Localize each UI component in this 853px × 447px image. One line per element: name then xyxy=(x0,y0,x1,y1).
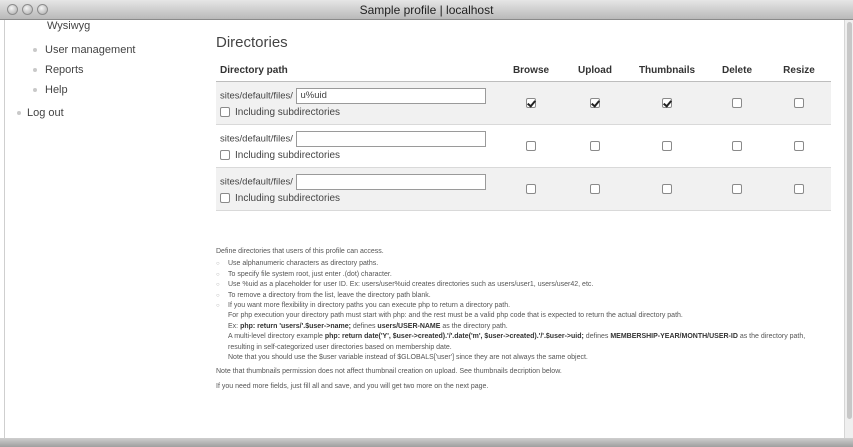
column-header-upload: Upload xyxy=(563,59,627,82)
page-content: Wysiwyg User management Reports Help Log… xyxy=(4,20,845,438)
include-subdirectories-checkbox[interactable] xyxy=(220,150,230,161)
scrollbar-thumb[interactable] xyxy=(847,22,852,420)
delete-checkbox[interactable] xyxy=(732,140,742,151)
thumbnails-checkbox[interactable] xyxy=(662,183,672,194)
path-prefix: sites/default/files/ xyxy=(220,90,293,102)
directory-path-cell: sites/default/files/ Including subdirect… xyxy=(216,124,499,168)
bullet-icon xyxy=(33,68,37,73)
column-header-resize: Resize xyxy=(767,59,831,82)
sidebar-item-wysiwyg[interactable]: Wysiwyg xyxy=(47,20,90,32)
include-subdirectories-checkbox[interactable] xyxy=(220,107,230,118)
help-example: Ex: php: return 'users/'.$user->name; de… xyxy=(228,322,831,332)
directory-path-input[interactable]: u%uid xyxy=(295,88,486,104)
help-example: Note that you should use the $user varia… xyxy=(228,354,588,362)
help-item-text: If you want more flexibility in director… xyxy=(228,302,511,310)
delete-checkbox[interactable] xyxy=(732,183,742,194)
help-list: Use alphanumeric characters as directory… xyxy=(216,259,831,363)
thumbnails-checkbox[interactable] xyxy=(662,140,672,151)
help-item: To specify file system root, just enter … xyxy=(216,270,831,281)
bullet-icon xyxy=(17,111,21,116)
directory-path-input[interactable] xyxy=(295,131,486,147)
browse-checkbox[interactable] xyxy=(526,183,536,194)
directory-path-cell: sites/default/files/ Including subdirect… xyxy=(216,167,499,211)
include-subdirectories-label: Including subdirectories xyxy=(235,150,341,161)
directory-path-input[interactable] xyxy=(295,174,486,190)
table-row: sites/default/files/ Including subdirect… xyxy=(216,124,831,168)
sidebar-item-label: Wysiwyg xyxy=(47,20,91,32)
help-item: To remove a directory from the list, lea… xyxy=(216,291,831,302)
sidebar-item-label: Reports xyxy=(45,64,84,76)
example-path: MEMBERSHIP-YEAR/MONTH/USER-ID xyxy=(610,333,738,341)
help-example: A multi-level directory example php: ret… xyxy=(228,332,831,353)
resize-checkbox[interactable] xyxy=(794,183,804,194)
window-bottom-bar xyxy=(0,438,853,447)
include-subdirectories-checkbox[interactable] xyxy=(220,193,230,204)
directories-table: Directory path Browse Upload Thumbnails … xyxy=(216,59,831,211)
more-fields-note: If you need more fields, just fill all a… xyxy=(216,382,489,390)
sidebar-item-user-management[interactable]: User management xyxy=(33,44,136,56)
bullet-icon xyxy=(33,48,37,53)
sidebar-item-label: Help xyxy=(45,84,68,96)
upload-checkbox[interactable] xyxy=(590,140,600,151)
example-path: users/USER-NAME xyxy=(377,322,441,330)
path-prefix: sites/default/files/ xyxy=(220,133,293,145)
example-text: defines xyxy=(350,322,378,330)
column-header-directory-path: Directory path xyxy=(216,59,499,82)
thumbnails-checkbox[interactable] xyxy=(662,97,672,108)
sidebar-item-help[interactable]: Help xyxy=(33,84,68,96)
include-subdirectories-label: Including subdirectories xyxy=(235,107,341,118)
example-text: A multi-level directory example xyxy=(228,333,325,341)
path-prefix: sites/default/files/ xyxy=(220,176,293,188)
column-header-thumbnails: Thumbnails xyxy=(627,59,707,82)
example-text: as the directory path. xyxy=(440,322,508,330)
directory-path-cell: sites/default/files/ u%uid Including sub… xyxy=(216,81,499,125)
help-item: Use %uid as a placeholder for user ID. E… xyxy=(216,280,831,291)
column-header-delete: Delete xyxy=(707,59,767,82)
delete-checkbox[interactable] xyxy=(732,97,742,108)
column-header-browse: Browse xyxy=(499,59,563,82)
upload-checkbox[interactable] xyxy=(590,183,600,194)
help-item-text: For php execution your directory path mu… xyxy=(228,312,683,320)
sidebar-item-log-out[interactable]: Log out xyxy=(17,107,64,119)
help-item: Use alphanumeric characters as directory… xyxy=(216,259,831,270)
sidebar-item-reports[interactable]: Reports xyxy=(33,64,84,76)
example-text: Ex: xyxy=(228,322,241,330)
vertical-scrollbar[interactable] xyxy=(844,20,853,438)
browse-checkbox[interactable] xyxy=(526,97,536,108)
example-text: defines xyxy=(583,333,611,341)
upload-checkbox[interactable] xyxy=(590,97,600,108)
directories-help-text: Define directories that users of this pr… xyxy=(216,247,831,392)
bullet-icon xyxy=(33,88,37,93)
help-item: If you want more flexibility in director… xyxy=(216,301,831,363)
sidebar-item-label: Log out xyxy=(27,107,64,119)
table-row: sites/default/files/ Including subdirect… xyxy=(216,167,831,211)
window-titlebar: Sample profile | localhost xyxy=(0,0,853,20)
resize-checkbox[interactable] xyxy=(794,140,804,151)
include-subdirectories-label: Including subdirectories xyxy=(235,193,341,204)
help-intro: Define directories that users of this pr… xyxy=(216,248,384,255)
example-code: php: return 'users/'.$user->name; xyxy=(240,322,351,330)
window-title: Sample profile | localhost xyxy=(359,3,494,17)
thumbnails-note: Note that thumbnails permission does not… xyxy=(216,368,562,376)
sidebar-item-label: User management xyxy=(45,44,136,56)
resize-checkbox[interactable] xyxy=(794,97,804,108)
browse-checkbox[interactable] xyxy=(526,140,536,151)
table-row: sites/default/files/ u%uid Including sub… xyxy=(216,81,831,125)
section-heading: Directories xyxy=(216,34,288,51)
example-code: php: return date('Y', $user->created).'/… xyxy=(324,333,584,341)
